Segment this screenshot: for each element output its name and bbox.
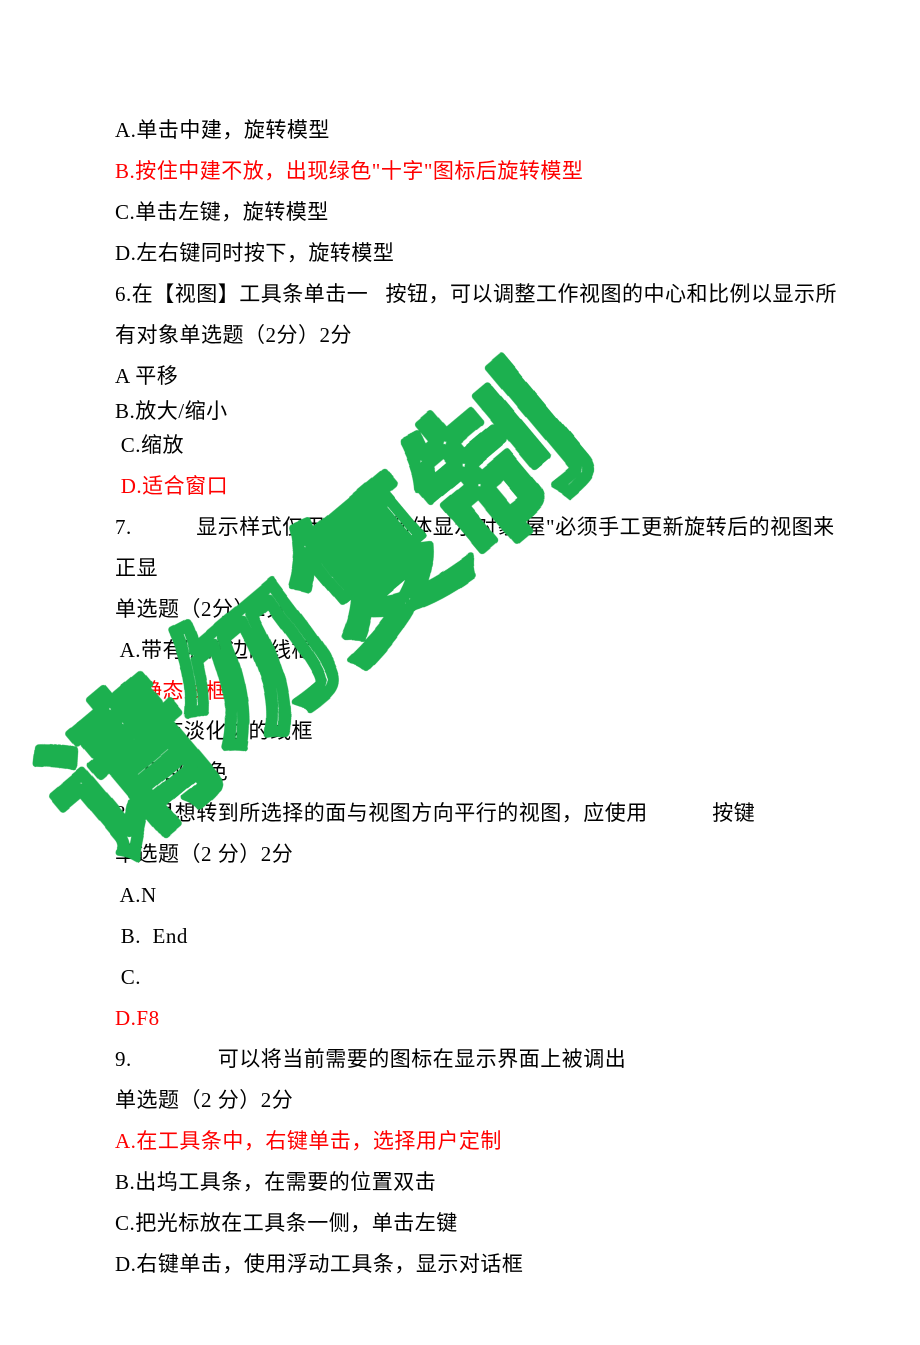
text-line: 7. 显示样式仅用边缘几何体显示对象,屋"必须手工更新旋转后的视图来 [115,507,860,548]
text-line: D.左右键同时按下，旋转模型 [115,233,860,274]
text-line: A.N [115,875,860,916]
text-line: C.缩放 [115,425,860,466]
text-line: D.局部着色 [115,752,860,793]
text-line: B.按住中建不放，出现绿色"十字"图标后旋转模型 [115,151,860,192]
text-line: 单选题（2 分）2分 [115,1080,860,1121]
text-line: A.单击中建，旋转模型 [115,110,860,151]
text-line: 单选题（2分）2分 [115,589,860,630]
text-line: D.F8 [115,998,860,1039]
text-line: C.带有淡化边的线框 [115,711,860,752]
text-line: 单选题（2 分）2分 [115,834,860,875]
text-line: A.带有隐藏边的线框 [115,630,860,671]
text-line: 8.如果想转到所选择的面与视图方向平行的视图，应使用 按键 [115,793,860,834]
text-line: D.适合窗口 [115,466,860,507]
text-line: C.把光标放在工具条一侧，单击左键 [115,1203,860,1244]
text-line: C. [115,957,860,998]
text-line: 6.在【视图】工具条单击一 按钮，可以调整工作视图的中心和比例以显示所 [115,274,860,315]
text-line: B.放大/缩小 [115,397,860,425]
document-page: A.单击中建，旋转模型B.按住中建不放，出现绿色"十字"图标后旋转模型C.单击左… [0,0,920,1345]
lines-container: A.单击中建，旋转模型B.按住中建不放，出现绿色"十字"图标后旋转模型C.单击左… [115,110,860,1285]
text-line: 正显 [115,548,860,589]
text-line: B.静态线框 [115,671,860,712]
text-line: B. End [115,916,860,957]
text-line: 9. 可以将当前需要的图标在显示界面上被调出 [115,1039,860,1080]
text-line: D.右键单击，使用浮动工具条，显示对话框 [115,1244,860,1285]
text-line: A.在工具条中，右键单击，选择用户定制 [115,1121,860,1162]
text-line: 有对象单选题（2分）2分 [115,315,860,356]
text-line: A 平移 [115,356,860,397]
text-line: C.单击左键，旋转模型 [115,192,860,233]
text-line: B.出坞工具条，在需要的位置双击 [115,1162,860,1203]
